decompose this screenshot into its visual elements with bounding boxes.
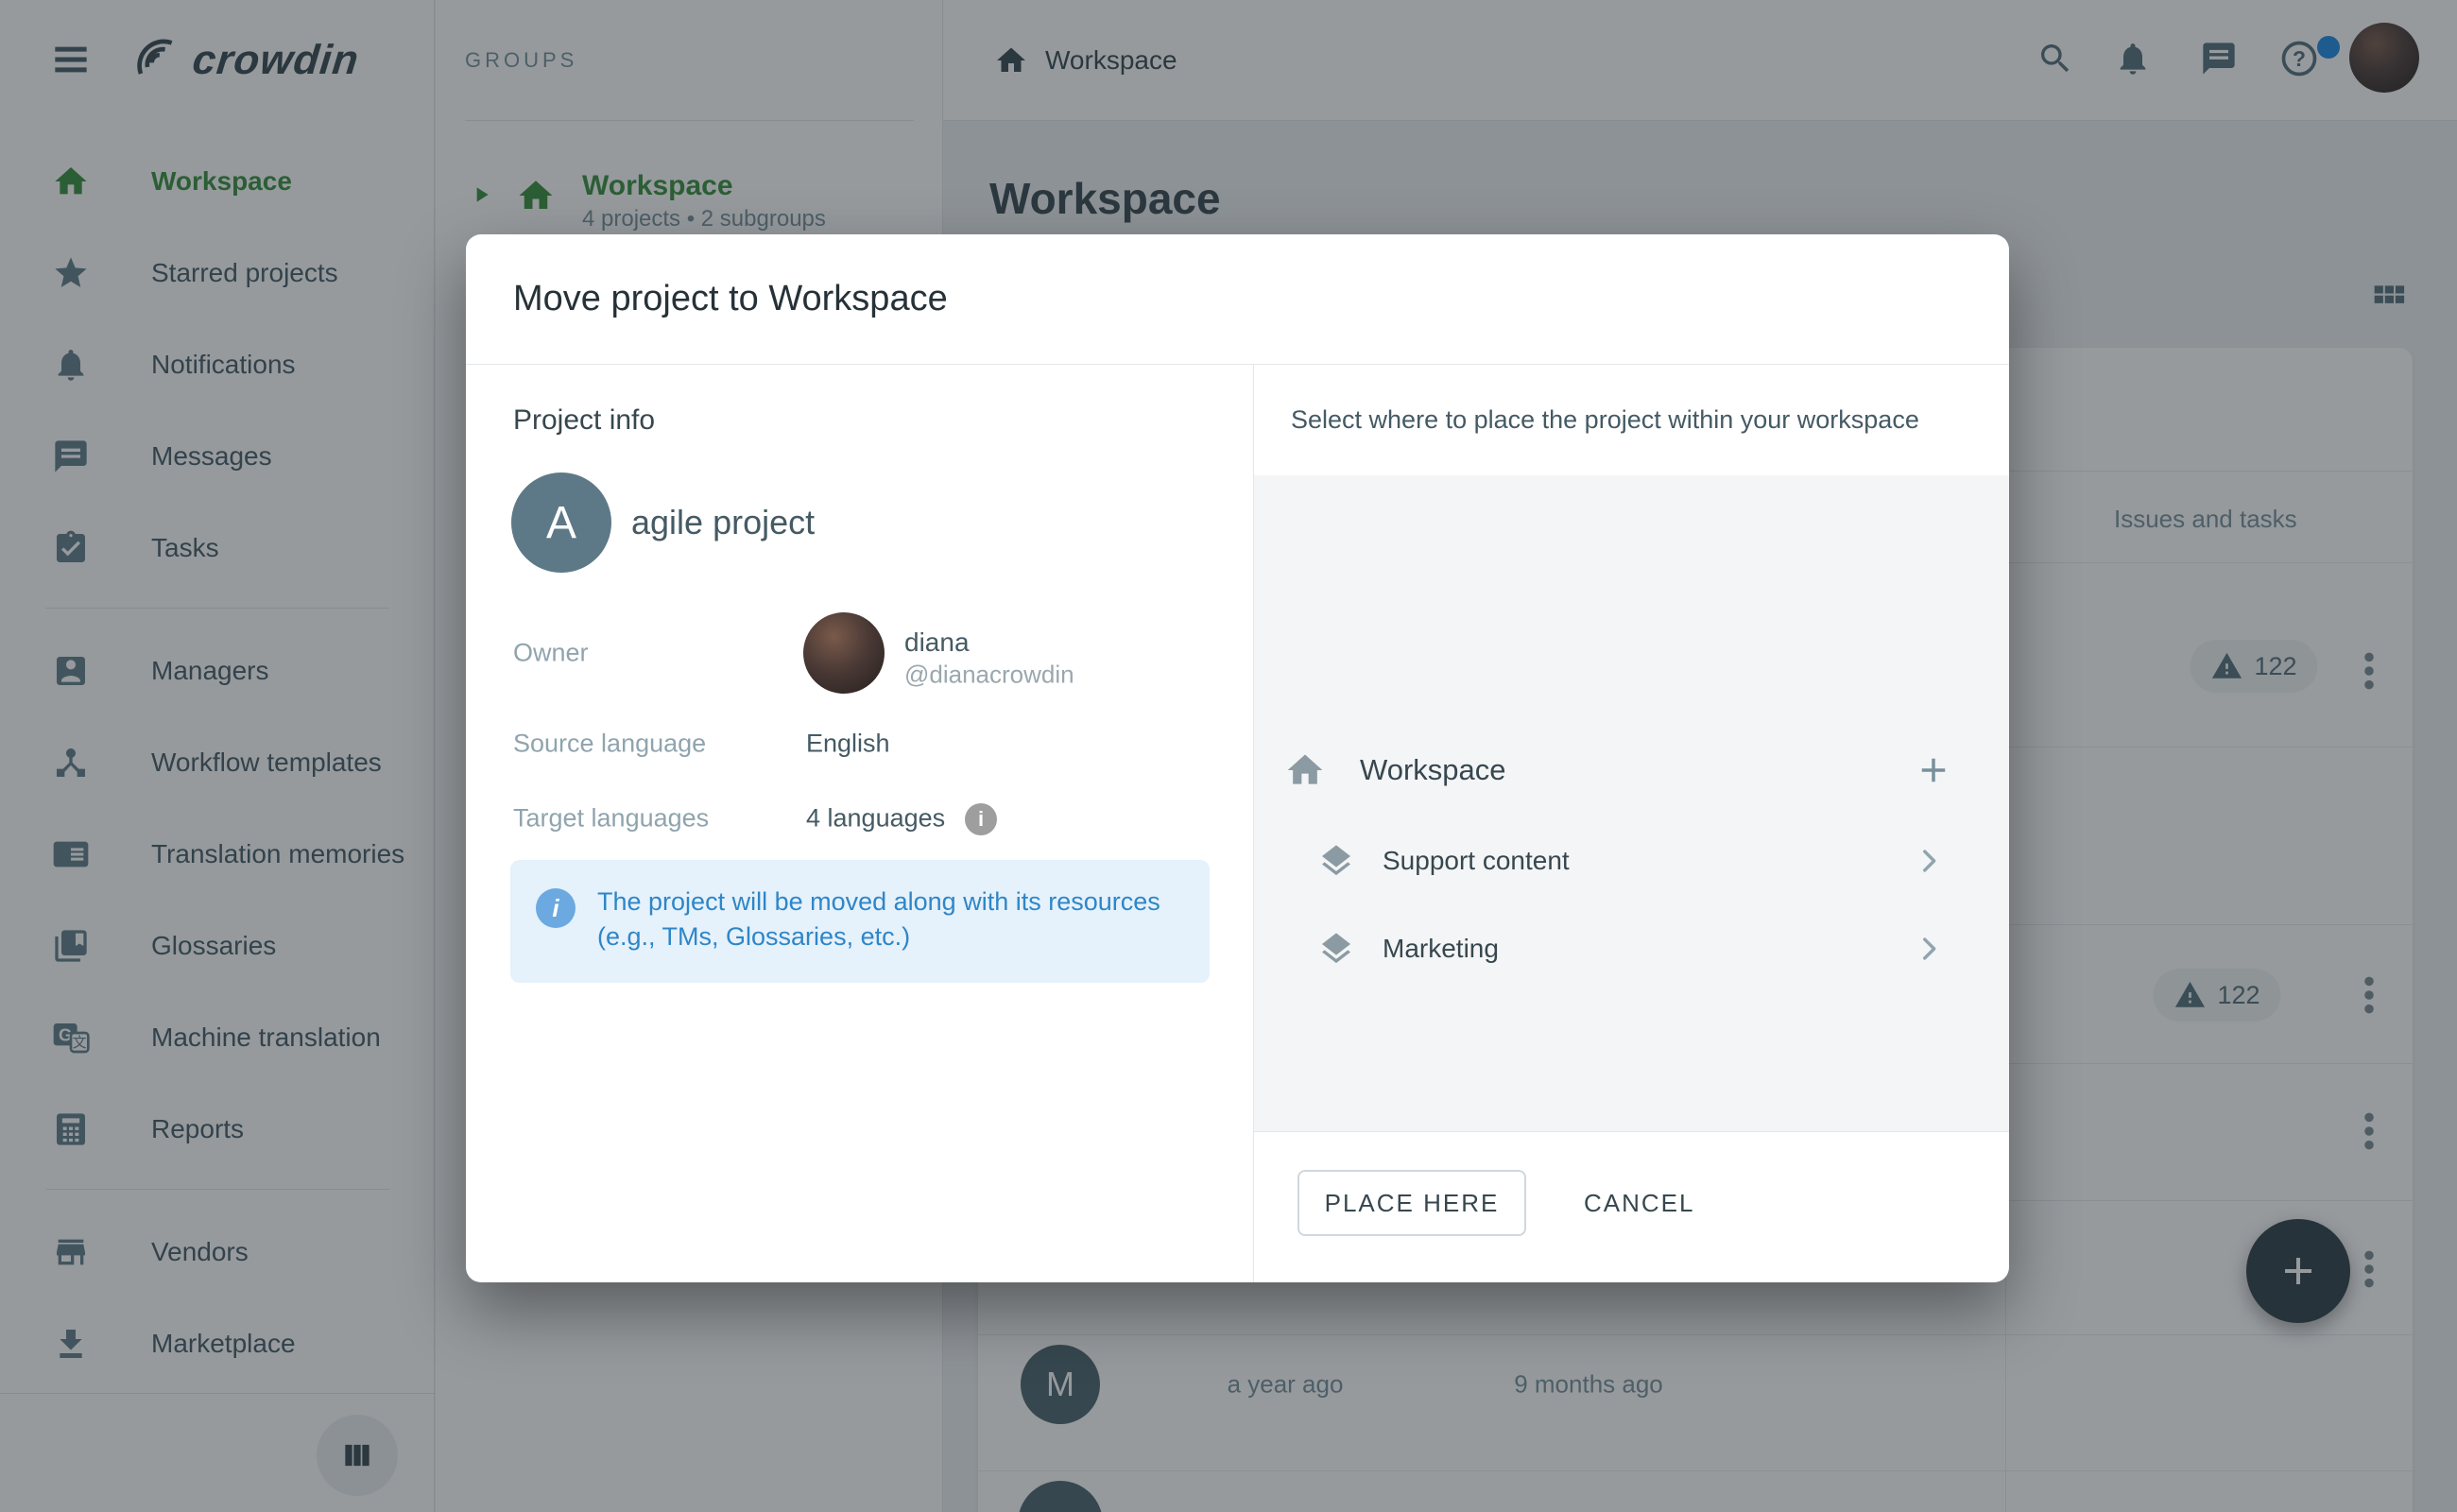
- place-here-button[interactable]: PLACE HERE: [1297, 1170, 1526, 1236]
- app-root: crowdin Workspace Starred projects Notif…: [0, 0, 2457, 1512]
- layers-icon: [1317, 842, 1355, 880]
- move-notice: i The project will be moved along with i…: [510, 860, 1210, 983]
- tree-item-support-content[interactable]: Support content: [1254, 816, 2009, 906]
- owner-avatar: [803, 612, 885, 694]
- home-icon: [1284, 749, 1326, 791]
- target-languages-value: 4 languages: [806, 804, 945, 833]
- project-name: agile project: [631, 503, 815, 542]
- chevron-right-icon[interactable]: [1913, 933, 1945, 965]
- layers-icon: [1317, 930, 1355, 968]
- dialog-title: Move project to Workspace: [513, 234, 948, 364]
- target-languages-info-icon[interactable]: i: [965, 803, 997, 835]
- move-project-dialog: Move project to Workspace Project info A…: [466, 234, 2009, 1282]
- owner-name: diana: [904, 627, 970, 658]
- project-info-heading: Project info: [513, 404, 655, 437]
- notice-text: The project will be moved along with its…: [597, 885, 1183, 954]
- chevron-right-icon[interactable]: [1913, 845, 1945, 877]
- tree-item-workspace[interactable]: Workspace: [1254, 719, 2009, 817]
- tree-item-marketing[interactable]: Marketing: [1254, 903, 2009, 994]
- info-icon: i: [536, 888, 576, 928]
- target-languages-label: Target languages: [513, 804, 709, 833]
- owner-handle: @dianacrowdin: [904, 661, 1074, 690]
- workspace-tree: Workspace Support content Marketing: [1254, 475, 2009, 1132]
- source-language-label: Source language: [513, 730, 706, 759]
- project-letter-avatar: A: [511, 472, 611, 573]
- source-language-value: English: [806, 730, 890, 759]
- cancel-button[interactable]: CANCEL: [1565, 1170, 1713, 1236]
- owner-label: Owner: [513, 639, 589, 668]
- placement-prompt: Select where to place the project within…: [1291, 364, 2009, 475]
- add-group-plus-icon[interactable]: [1914, 750, 1953, 790]
